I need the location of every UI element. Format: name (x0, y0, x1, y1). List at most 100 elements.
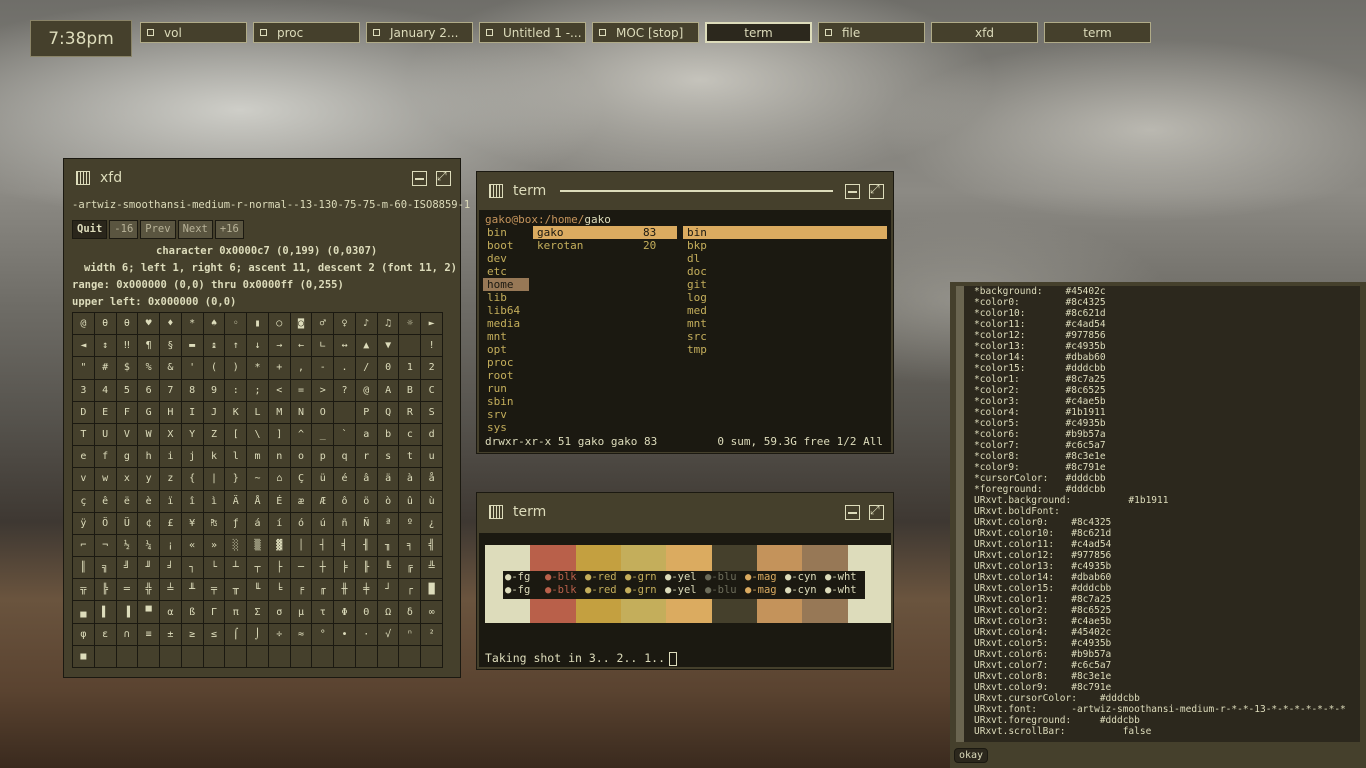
glyph-cell[interactable]: 7 (160, 379, 182, 402)
glyph-cell[interactable]: ♫ (377, 313, 400, 336)
glyph-cell[interactable]: π (225, 601, 248, 624)
glyph-cell[interactable]: k (203, 446, 226, 469)
glyph-cell[interactable]: é (334, 468, 356, 491)
glyph-cell[interactable]: { (181, 468, 204, 491)
glyph-cell[interactable]: Ñ (355, 512, 378, 535)
glyph-cell[interactable]: ┬ (247, 557, 269, 580)
glyph-cell[interactable]: ╠ (94, 579, 117, 602)
glyph-cell[interactable]: . (334, 357, 356, 380)
glyph-cell[interactable]: ∙ (334, 623, 356, 646)
glyph-cell[interactable]: f (94, 446, 117, 469)
glyph-cell[interactable] (334, 401, 356, 424)
glyph-cell[interactable]: | (203, 468, 226, 491)
glyph-cell[interactable]: ╕ (399, 534, 422, 558)
glyph-cell[interactable]: B (399, 379, 422, 402)
glyph-cell[interactable]: Z (203, 423, 226, 447)
glyph-cell[interactable]: ó (290, 512, 313, 535)
glyph-cell[interactable]: ^ (290, 423, 313, 447)
glyph-cell[interactable]: ∞ (421, 601, 443, 624)
glyph-cell[interactable]: # (94, 357, 117, 380)
glyph-cell[interactable]: h (138, 446, 161, 469)
glyph-cell[interactable]: ▬ (181, 335, 204, 358)
glyph-cell[interactable]: v (73, 468, 95, 491)
glyph-cell[interactable]: F (116, 401, 139, 424)
glyph-cell[interactable]: ▮ (247, 313, 269, 336)
glyph-cell[interactable]: ╛ (160, 557, 182, 580)
taskbar-item-5[interactable]: term (705, 22, 812, 43)
glyph-cell[interactable]: ♂ (312, 313, 335, 336)
glyph-cell[interactable]: + (268, 357, 291, 380)
glyph-cell[interactable]: ↔ (334, 335, 356, 358)
glyph-cell[interactable]: ╡ (334, 534, 356, 558)
glyph-cell[interactable]: ( (203, 357, 226, 380)
dir-entry[interactable]: home (483, 278, 529, 291)
glyph-cell[interactable] (377, 645, 400, 668)
glyph-cell[interactable]: W (138, 423, 161, 447)
glyph-cell[interactable]: ë (116, 490, 139, 513)
glyph-cell[interactable]: ê (94, 490, 117, 513)
glyph-cell[interactable] (268, 645, 291, 668)
glyph-cell[interactable]: E (94, 401, 117, 424)
glyph-cell[interactable]: 8 (181, 379, 204, 402)
dir-entry[interactable]: lib (483, 291, 529, 304)
glyph-cell[interactable]: Æ (312, 490, 335, 513)
glyph-cell[interactable]: M (268, 401, 291, 424)
glyph-cell[interactable]: ↓ (247, 335, 269, 358)
glyph-cell[interactable]: ß (181, 601, 204, 624)
glyph-cell[interactable]: p (312, 446, 335, 469)
glyph-cell[interactable]: │ (290, 534, 313, 558)
glyph-cell[interactable]: X (160, 423, 182, 447)
glyph-cell[interactable]: Σ (247, 601, 269, 624)
glyph-cell[interactable]: @ (73, 313, 95, 336)
glyph-cell[interactable]: ░ (225, 534, 248, 558)
dir-entry[interactable]: etc (483, 265, 529, 278)
glyph-cell[interactable]: c (399, 423, 422, 447)
glyph-cell[interactable]: ù (421, 490, 443, 513)
glyph-cell[interactable] (290, 645, 313, 668)
glyph-cell[interactable]: ╤ (203, 579, 226, 602)
glyph-cell[interactable]: Ü (116, 512, 139, 535)
xfd-button-0[interactable]: Quit (72, 220, 108, 239)
glyph-cell[interactable]: √ (377, 623, 400, 646)
dir-entry[interactable]: sbin (483, 395, 529, 408)
glyph-cell[interactable]: ª (377, 512, 400, 535)
glyph-cell[interactable]: ◙ (290, 313, 313, 336)
glyph-cell[interactable]: x (116, 468, 139, 491)
taskbar-item-8[interactable]: term (1044, 22, 1151, 43)
glyph-cell[interactable]: ▄ (73, 601, 95, 624)
glyph-cell[interactable] (399, 335, 422, 358)
glyph-cell[interactable]: ▓ (268, 534, 291, 558)
okay-button[interactable]: okay (954, 748, 989, 763)
glyph-cell[interactable]: » (203, 534, 226, 558)
glyph-cell[interactable]: ◄ (73, 335, 95, 358)
glyph-cell[interactable]: ╥ (225, 579, 248, 602)
glyph-cell[interactable]: θ (116, 313, 139, 336)
dir-entry[interactable]: srv (483, 408, 529, 421)
dir-entry[interactable]: tmp (683, 343, 887, 356)
glyph-cell[interactable]: I (181, 401, 204, 424)
glyph-cell[interactable]: @ (355, 379, 378, 402)
glyph-cell[interactable]: ƒ (225, 512, 248, 535)
glyph-cell[interactable]: ≥ (181, 623, 204, 646)
glyph-cell[interactable]: 9 (203, 379, 226, 402)
glyph-cell[interactable]: N (290, 401, 313, 424)
glyph-cell[interactable]: ☼ (399, 313, 422, 336)
glyph-cell[interactable]: θ (94, 313, 117, 336)
glyph-cell[interactable]: ¿ (421, 512, 443, 535)
glyph-cell[interactable]: ┼ (312, 557, 335, 580)
glyph-cell[interactable]: ╟ (355, 557, 378, 580)
glyph-cell[interactable]: 6 (138, 379, 161, 402)
glyph-cell[interactable]: t (399, 446, 422, 469)
dir-entry[interactable]: proc (483, 356, 529, 369)
glyph-cell[interactable]: S (421, 401, 443, 424)
glyph-cell[interactable]: C (421, 379, 443, 402)
glyph-cell[interactable]: 3 (73, 379, 95, 402)
glyph-cell[interactable]: ≤ (203, 623, 226, 646)
glyph-cell[interactable]: æ (290, 490, 313, 513)
glyph-cell[interactable]: ' (181, 357, 204, 380)
glyph-cell[interactable]: ? (334, 379, 356, 402)
xfd-button-1[interactable]: -16 (109, 220, 139, 239)
dir-entry[interactable]: media (483, 317, 529, 330)
glyph-cell[interactable]: ₧ (203, 512, 226, 535)
glyph-cell[interactable]: ¡ (160, 534, 182, 558)
